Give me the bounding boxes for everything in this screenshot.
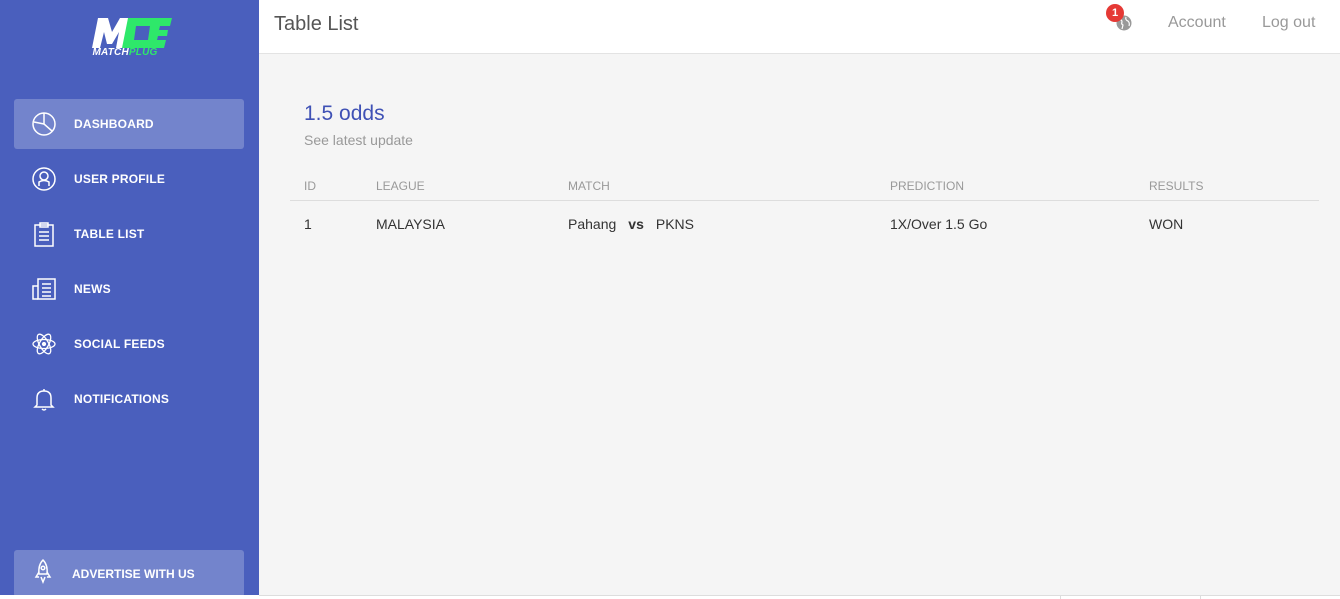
away-team: PKNS: [655, 216, 694, 232]
column-header-results[interactable]: RESULTS: [1149, 179, 1203, 193]
bell-icon: [30, 385, 58, 413]
sidebar-item-label: USER PROFILE: [74, 172, 166, 186]
top-navbar: Table List 1 Account Log out: [259, 0, 1340, 54]
sidebar-item-label: NEWS: [74, 282, 111, 296]
sidebar-item-label: DASHBOARD: [74, 117, 154, 131]
odds-table: ID LEAGUE MATCH PREDICTION RESULTS 1 MAL…: [290, 175, 1319, 247]
sidebar-item-social-feeds[interactable]: SOCIAL FEEDS: [14, 319, 244, 369]
advertise-label: ADVERTISE WITH US: [72, 566, 195, 581]
column-header-id[interactable]: ID: [304, 179, 316, 193]
advertise-button[interactable]: ADVERTISE WITH US: [14, 550, 244, 597]
cell-match: Pahang vs PKNS: [568, 216, 694, 232]
column-header-match[interactable]: MATCH: [568, 179, 610, 193]
sidebar-item-label: SOCIAL FEEDS: [74, 337, 165, 351]
account-link[interactable]: Account: [1168, 14, 1226, 32]
cell-id: 1: [304, 216, 312, 232]
notification-badge: 1: [1106, 4, 1124, 22]
footer-strip: [259, 595, 1340, 599]
sidebar-item-user-profile[interactable]: USER PROFILE: [14, 154, 244, 204]
pie-chart-icon: [30, 110, 58, 138]
card-subtitle: See latest update: [304, 132, 413, 148]
sidebar-item-label: TABLE LIST: [74, 227, 145, 241]
table-header: ID LEAGUE MATCH PREDICTION RESULTS: [290, 175, 1319, 201]
sidebar-item-dashboard[interactable]: DASHBOARD: [14, 99, 244, 149]
column-header-league[interactable]: LEAGUE: [376, 179, 425, 193]
table-row[interactable]: 1 MALAYSIA Pahang vs PKNS 1X/Over 1.5 Go W…: [290, 201, 1319, 247]
logo-wordmark: MATCHPLUG: [84, 47, 166, 58]
cell-prediction: 1X/Over 1.5 Go: [890, 216, 988, 232]
sidebar: MATCHPLUG DASHBOARD USER PROFILE TABLE L…: [0, 0, 259, 597]
atom-icon: [30, 330, 58, 358]
cell-result: WON: [1149, 216, 1184, 232]
sidebar-item-table-list[interactable]: TABLE LIST: [14, 209, 244, 259]
page-title: Table List: [274, 13, 359, 35]
cell-league: MALAYSIA: [376, 216, 445, 232]
newspaper-icon: [30, 275, 58, 303]
versus-label: vs: [628, 216, 644, 232]
column-header-prediction[interactable]: PREDICTION: [890, 179, 964, 193]
clipboard-icon: [30, 220, 58, 248]
rocket-icon: [30, 558, 56, 589]
sidebar-item-label: NOTIFICATIONS: [74, 392, 170, 406]
user-circle-icon: [30, 165, 58, 193]
sidebar-nav: DASHBOARD USER PROFILE TABLE LIST NEWS S…: [14, 99, 244, 429]
sidebar-footer-strip: [0, 595, 259, 599]
card-title: 1.5 odds: [304, 102, 385, 125]
sidebar-item-notifications[interactable]: NOTIFICATIONS: [14, 374, 244, 424]
logo-text-primary: MATCH: [92, 47, 129, 58]
sidebar-item-news[interactable]: NEWS: [14, 264, 244, 314]
logo-text-accent: PLUG: [128, 47, 158, 58]
home-team: Pahang: [568, 216, 617, 232]
logout-link[interactable]: Log out: [1262, 14, 1315, 32]
